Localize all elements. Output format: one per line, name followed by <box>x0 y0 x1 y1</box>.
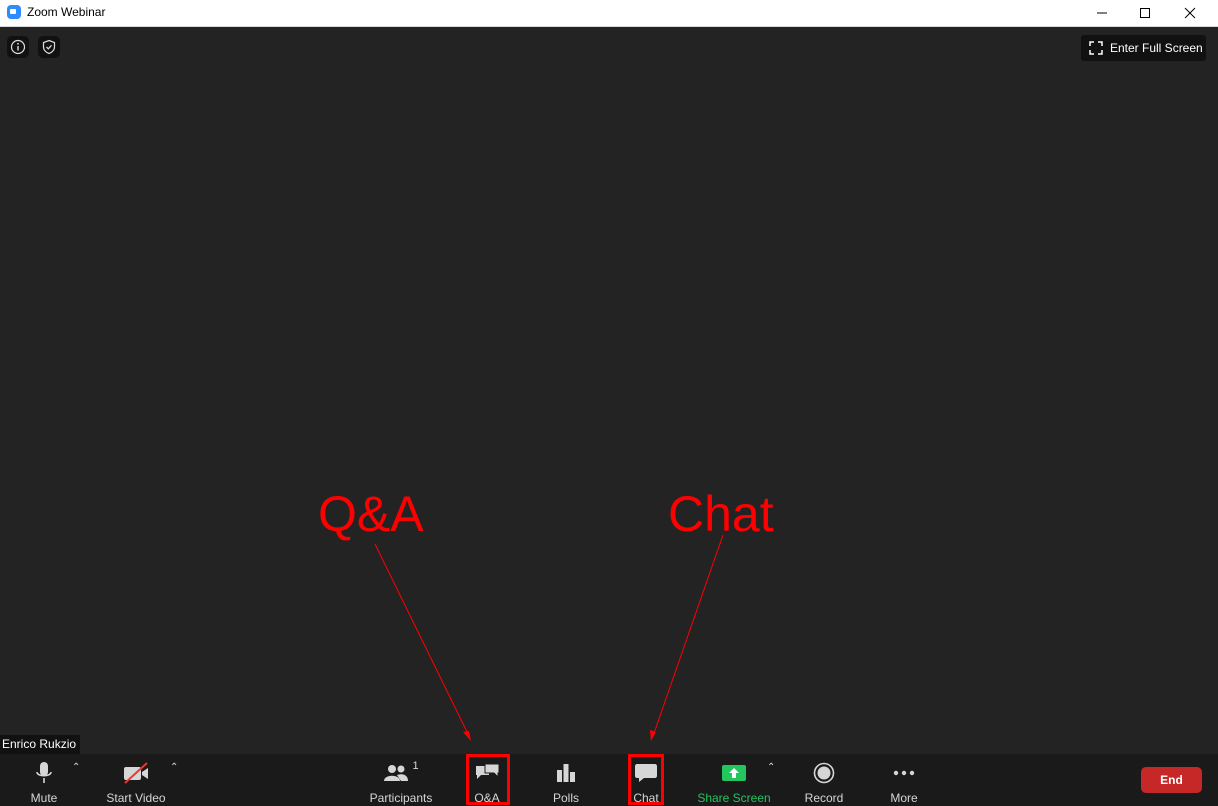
more-icon <box>893 770 915 776</box>
more-button[interactable]: More <box>884 754 924 806</box>
minimize-button[interactable] <box>1079 0 1125 26</box>
qa-highlight-box <box>466 754 510 805</box>
security-button[interactable] <box>38 36 60 58</box>
participants-button[interactable]: 1 Participants <box>368 754 434 806</box>
enter-full-screen-button[interactable]: Enter Full Screen <box>1081 35 1206 61</box>
audio-options-caret-icon[interactable]: ⌃ <box>72 762 80 773</box>
title-bar: Zoom Webinar <box>0 0 1218 27</box>
info-icon <box>10 39 26 55</box>
microphone-icon <box>36 762 52 783</box>
qa-annotation-label: Q&A <box>318 486 424 542</box>
share-screen-button[interactable]: Share Screen <box>697 754 771 806</box>
mute-label: Mute <box>30 791 58 805</box>
polls-label: Polls <box>552 791 579 805</box>
participants-label: Participants <box>369 791 433 805</box>
share-options-caret-icon[interactable]: ⌃ <box>767 762 775 773</box>
polls-button[interactable]: Polls <box>546 754 586 806</box>
video-stage <box>0 27 1218 754</box>
close-icon <box>1184 7 1196 19</box>
participants-count: 1 <box>412 760 419 772</box>
video-options-caret-icon[interactable]: ⌃ <box>170 762 178 773</box>
maximize-icon <box>1140 8 1150 18</box>
mute-button[interactable]: Mute <box>22 754 66 806</box>
close-button[interactable] <box>1167 0 1213 26</box>
record-button[interactable]: Record <box>801 754 847 806</box>
chat-highlight-box <box>628 754 664 805</box>
minimize-icon <box>1097 12 1107 14</box>
share-screen-label: Share Screen <box>697 791 771 805</box>
record-icon <box>813 762 835 784</box>
start-video-label: Start Video <box>106 791 166 805</box>
share-screen-icon <box>722 765 746 781</box>
shield-check-icon <box>42 39 56 55</box>
record-label: Record <box>804 791 844 805</box>
fullscreen-icon <box>1089 41 1103 55</box>
zoom-icon <box>7 5 21 19</box>
participants-icon <box>384 765 409 781</box>
enter-full-screen-label: Enter Full Screen <box>1110 41 1203 55</box>
maximize-button[interactable] <box>1122 0 1168 26</box>
start-video-button[interactable]: Start Video <box>104 754 168 806</box>
chat-annotation-label: Chat <box>668 486 774 542</box>
more-label: More <box>890 791 918 805</box>
participant-name-tag: Enrico Rukzio <box>0 735 81 754</box>
polls-icon <box>557 764 575 782</box>
window-title: Zoom Webinar <box>27 5 106 19</box>
video-off-icon <box>124 762 148 784</box>
meeting-toolbar <box>0 754 1218 806</box>
end-button[interactable]: End <box>1141 767 1202 793</box>
meeting-info-button[interactable] <box>7 36 29 58</box>
